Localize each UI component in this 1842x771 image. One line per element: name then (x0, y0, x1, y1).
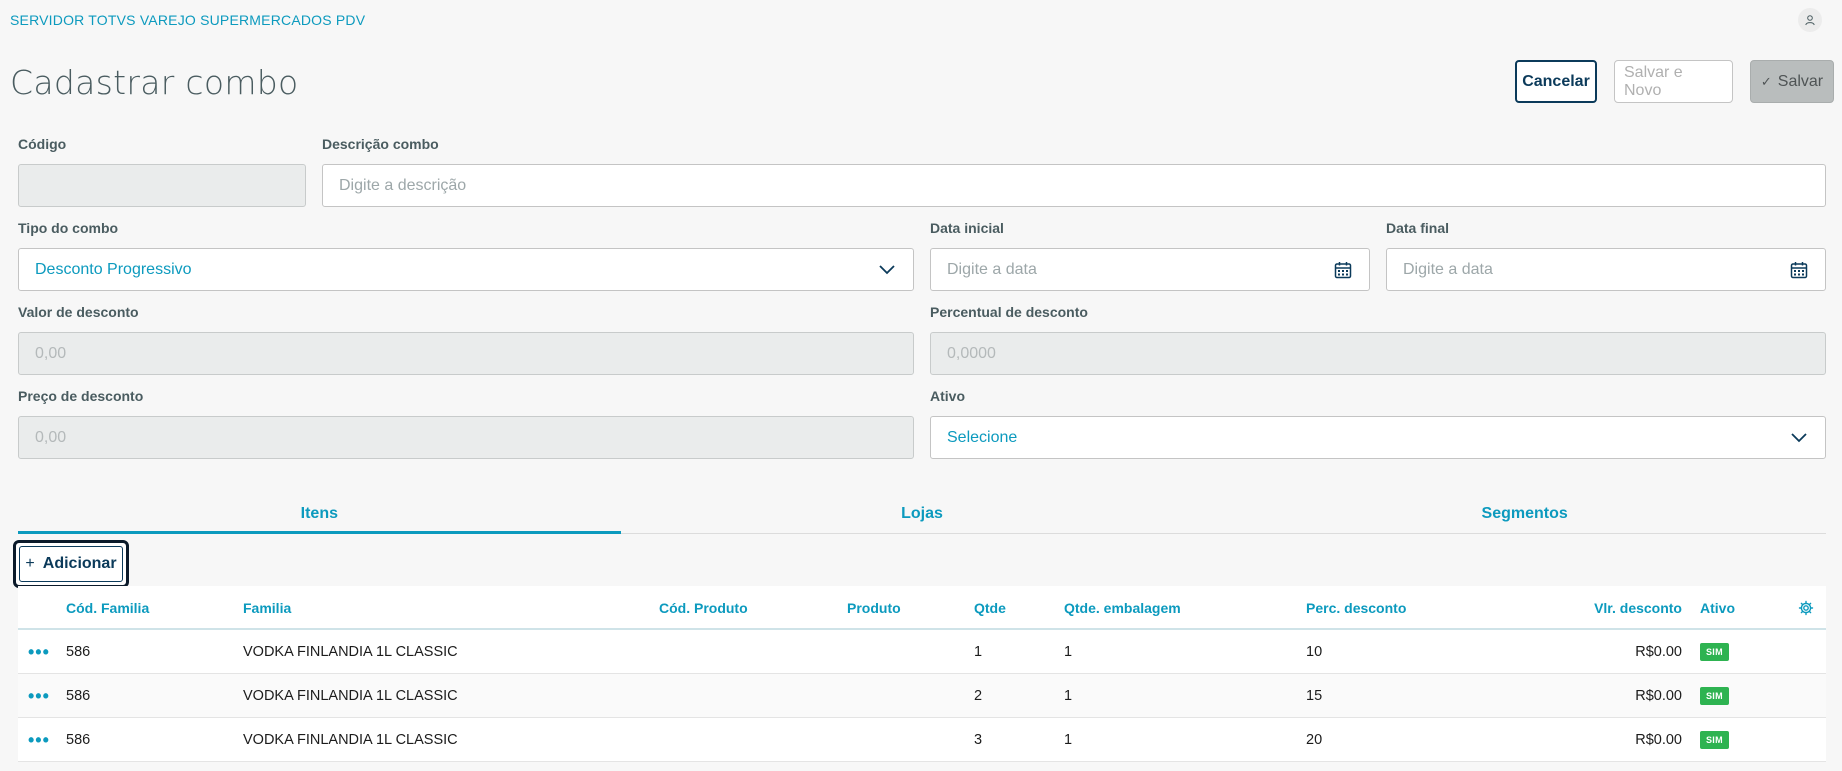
data-final-input[interactable]: Digite a data (1386, 248, 1826, 291)
ativo-select-value: Selecione (947, 428, 1018, 446)
cell-vlr-desconto: R$0.00 (1635, 644, 1682, 660)
calendar-icon[interactable] (1789, 260, 1809, 280)
table-settings-gear-icon[interactable] (1798, 586, 1814, 630)
tipo-combo-label: Tipo do combo (18, 220, 119, 236)
add-button-focus-ring: + Adicionar (13, 540, 129, 588)
cell-familia: VODKA FINLANDIA 1L CLASSIC (243, 732, 458, 748)
table-row: ••• 586 VODKA FINLANDIA 1L CLASSIC 1 1 1… (18, 630, 1826, 674)
table-header: Cód. Familia Familia Cód. Produto Produt… (18, 586, 1826, 630)
col-cod-familia[interactable]: Cód. Familia (66, 586, 149, 630)
cell-perc-desconto: 20 (1306, 732, 1323, 748)
cell-qtde: 3 (974, 732, 983, 748)
save-button-label: Salvar (1777, 72, 1824, 90)
data-inicial-input[interactable]: Digite a data (930, 248, 1370, 291)
ativo-label: Ativo (930, 388, 965, 404)
cell-qtde-embalagem: 1 (1064, 644, 1073, 660)
tabs: Itens Lojas Segmentos (18, 494, 1826, 534)
cell-vlr-desconto: R$0.00 (1635, 732, 1682, 748)
user-button[interactable] (1798, 8, 1822, 32)
cell-qtde: 2 (974, 688, 983, 704)
preco-desconto-input[interactable]: 0,00 (18, 416, 914, 459)
app-title: SERVIDOR TOTVS VAREJO SUPERMERCADOS PDV (10, 12, 366, 28)
col-familia[interactable]: Familia (243, 586, 291, 630)
chevron-down-icon (1789, 428, 1809, 448)
items-table: Cód. Familia Familia Cód. Produto Produt… (18, 586, 1826, 762)
plus-icon: + (25, 555, 35, 572)
data-final-placeholder: Digite a data (1403, 260, 1493, 278)
page-actions: Cancelar Salvar e Novo ✓ Salvar (1515, 60, 1834, 103)
descricao-input[interactable]: Digite a descrição (322, 164, 1826, 207)
status-badge: SIM (1700, 643, 1729, 661)
col-vlr-desconto[interactable]: Vlr. desconto (1594, 586, 1682, 630)
data-inicial-placeholder: Digite a data (947, 260, 1037, 278)
tipo-combo-value: Desconto Progressivo (35, 260, 192, 278)
percentual-desconto-label: Percentual de desconto (930, 304, 1088, 320)
page-title: Cadastrar combo (10, 63, 299, 102)
add-button[interactable]: + Adicionar (19, 546, 123, 582)
add-button-label: Adicionar (42, 555, 117, 572)
calendar-icon[interactable] (1333, 260, 1353, 280)
cell-cod-familia: 586 (66, 688, 91, 704)
data-final-label: Data final (1386, 220, 1450, 236)
cell-vlr-desconto: R$0.00 (1635, 688, 1682, 704)
save-button[interactable]: ✓ Salvar (1750, 60, 1834, 103)
cell-qtde: 1 (974, 644, 983, 660)
chevron-down-icon (877, 260, 897, 280)
col-qtde[interactable]: Qtde (974, 586, 1006, 630)
col-ativo[interactable]: Ativo (1700, 586, 1735, 630)
row-actions-more-icon[interactable]: ••• (28, 718, 50, 762)
save-and-new-button[interactable]: Salvar e Novo (1614, 60, 1733, 103)
percentual-desconto-input[interactable]: 0,0000 (930, 332, 1826, 375)
status-badge: SIM (1700, 687, 1729, 705)
check-icon: ✓ (1760, 73, 1772, 89)
tab-segmentos[interactable]: Segmentos (1223, 494, 1826, 533)
status-badge: SIM (1700, 731, 1729, 749)
cell-ativo: SIM (1700, 718, 1729, 762)
table-row: ••• 586 VODKA FINLANDIA 1L CLASSIC 3 1 2… (18, 718, 1826, 762)
valor-desconto-input[interactable]: 0,00 (18, 332, 914, 375)
cell-familia: VODKA FINLANDIA 1L CLASSIC (243, 644, 458, 660)
row-actions-more-icon[interactable]: ••• (28, 674, 50, 718)
codigo-field[interactable] (18, 164, 306, 207)
cancel-button[interactable]: Cancelar (1515, 60, 1597, 103)
cell-qtde-embalagem: 1 (1064, 732, 1073, 748)
cell-perc-desconto: 15 (1306, 688, 1323, 704)
table-body: ••• 586 VODKA FINLANDIA 1L CLASSIC 1 1 1… (18, 630, 1826, 762)
cell-qtde-embalagem: 1 (1064, 688, 1073, 704)
tab-lojas[interactable]: Lojas (621, 494, 1224, 533)
cell-ativo: SIM (1700, 630, 1729, 674)
table-row: ••• 586 VODKA FINLANDIA 1L CLASSIC 2 1 1… (18, 674, 1826, 718)
ativo-select[interactable]: Selecione (930, 416, 1826, 459)
col-qtde-embalagem[interactable]: Qtde. embalagem (1064, 586, 1181, 630)
data-inicial-label: Data inicial (930, 220, 1004, 236)
user-icon (1805, 15, 1815, 26)
cell-familia: VODKA FINLANDIA 1L CLASSIC (243, 688, 458, 704)
preco-desconto-label: Preço de desconto (18, 388, 144, 404)
tipo-combo-select[interactable]: Desconto Progressivo (18, 248, 914, 291)
codigo-label: Código (18, 136, 67, 152)
top-bar: SERVIDOR TOTVS VAREJO SUPERMERCADOS PDV (0, 0, 1842, 40)
tab-itens[interactable]: Itens (18, 494, 621, 534)
descricao-label: Descrição combo (322, 136, 439, 152)
col-cod-produto[interactable]: Cód. Produto (659, 586, 748, 630)
cell-ativo: SIM (1700, 674, 1729, 718)
valor-desconto-label: Valor de desconto (18, 304, 139, 320)
row-actions-more-icon[interactable]: ••• (28, 630, 50, 674)
cell-perc-desconto: 10 (1306, 644, 1323, 660)
col-produto[interactable]: Produto (847, 586, 901, 630)
col-perc-desconto[interactable]: Perc. desconto (1306, 586, 1406, 630)
cell-cod-familia: 586 (66, 644, 91, 660)
cell-cod-familia: 586 (66, 732, 91, 748)
